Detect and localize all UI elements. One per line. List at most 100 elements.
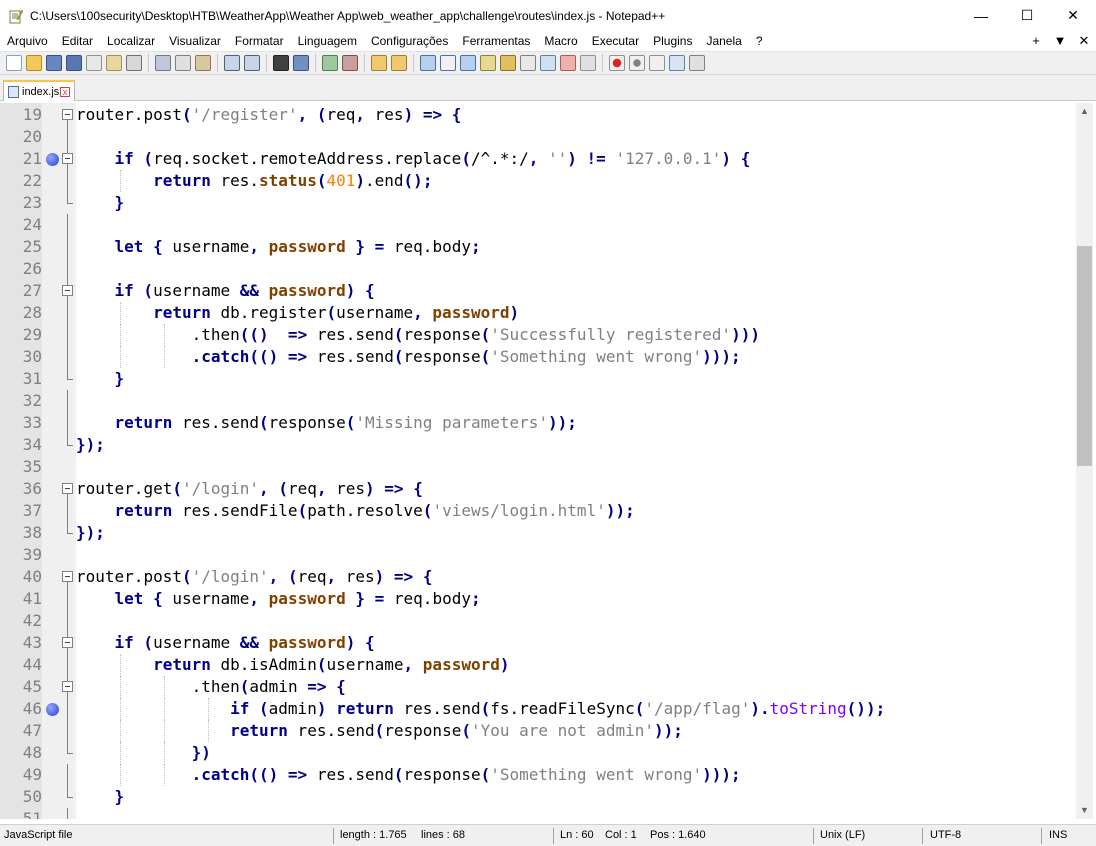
fold-toggle-icon[interactable]: [62, 285, 73, 296]
bookmark-icon[interactable]: [46, 703, 59, 716]
code-line[interactable]: 35: [0, 456, 1076, 478]
menu-linguagem[interactable]: Linguagem: [291, 31, 364, 51]
code-text[interactable]: if (admin) return res.send(fs.readFileSy…: [76, 698, 885, 720]
code-text[interactable]: return db.isAdmin(username, password): [76, 654, 509, 676]
code-text[interactable]: }: [76, 192, 125, 214]
fold-toggle-icon[interactable]: [62, 483, 73, 494]
code-text[interactable]: router.get('/login', (req, res) => {: [76, 478, 423, 500]
code-line[interactable]: 25 let { username, password } = req.body…: [0, 236, 1076, 258]
menu-executar[interactable]: Executar: [585, 31, 646, 51]
vertical-scrollbar[interactable]: ▲ ▼: [1076, 103, 1093, 819]
code-text[interactable]: });: [76, 522, 105, 544]
code-line[interactable]: 37 return res.sendFile(path.resolve('vie…: [0, 500, 1076, 522]
code-text[interactable]: router.post('/register', (req, res) => {: [76, 104, 461, 126]
code-line[interactable]: 47 return res.send(response('You are not…: [0, 720, 1076, 742]
code-text[interactable]: .then(() => res.send(response('Successfu…: [76, 324, 760, 346]
play-macro-icon[interactable]: [649, 55, 665, 71]
open-file-icon[interactable]: [26, 55, 42, 71]
code-text[interactable]: .catch(() => res.send(response('Somethin…: [76, 764, 741, 786]
code-text[interactable]: let { username, password } = req.body;: [76, 236, 481, 258]
save-macro-icon[interactable]: [689, 55, 705, 71]
code-line[interactable]: 39: [0, 544, 1076, 566]
code-text[interactable]: if (username && password) {: [76, 632, 375, 654]
code-line[interactable]: 51: [0, 808, 1076, 819]
close-all-icon[interactable]: [106, 55, 122, 71]
monitoring-icon[interactable]: [580, 55, 596, 71]
menu-arquivo[interactable]: Arquivo: [0, 31, 55, 51]
code-text[interactable]: return res.status(401).end();: [76, 170, 432, 192]
close-document-icon[interactable]: ✕: [1072, 33, 1096, 49]
menu-localizar[interactable]: Localizar: [100, 31, 162, 51]
menu-plugins[interactable]: Plugins: [646, 31, 699, 51]
tab-list-icon[interactable]: ▼: [1048, 33, 1072, 49]
code-line[interactable]: 23 }: [0, 192, 1076, 214]
code-line[interactable]: 19 router.post('/register', (req, res) =>…: [0, 104, 1076, 126]
menu-formatar[interactable]: Formatar: [228, 31, 291, 51]
stop-macro-icon[interactable]: [629, 55, 645, 71]
code-line[interactable]: 45 .then(admin => {: [0, 676, 1076, 698]
code-text[interactable]: }: [76, 786, 125, 808]
fold-toggle-icon[interactable]: [62, 637, 73, 648]
code-line[interactable]: 42: [0, 610, 1076, 632]
menu-janela[interactable]: Janela: [699, 31, 748, 51]
cut-icon[interactable]: [155, 55, 171, 71]
show-all-chars-icon[interactable]: [440, 55, 456, 71]
code-line[interactable]: 30 .catch(() => res.send(response('Somet…: [0, 346, 1076, 368]
code-line[interactable]: 40 router.post('/login', (req, res) => {: [0, 566, 1076, 588]
code-text[interactable]: if (username && password) {: [76, 280, 375, 302]
sync-vertical-icon[interactable]: [371, 55, 387, 71]
code-text[interactable]: .catch(() => res.send(response('Somethin…: [76, 346, 741, 368]
find-icon[interactable]: [273, 55, 289, 71]
zoom-in-icon[interactable]: [322, 55, 338, 71]
record-macro-icon[interactable]: [609, 55, 625, 71]
code-line[interactable]: 34});: [0, 434, 1076, 456]
code-line[interactable]: 43 if (username && password) {: [0, 632, 1076, 654]
fold-toggle-icon[interactable]: [62, 153, 73, 164]
tab-index-js[interactable]: index.js x: [3, 80, 75, 101]
code-text[interactable]: let { username, password } = req.body;: [76, 588, 481, 610]
fold-toggle-icon[interactable]: [62, 681, 73, 692]
redo-icon[interactable]: [244, 55, 260, 71]
code-line[interactable]: 27 if (username && password) {: [0, 280, 1076, 302]
tab-close-icon[interactable]: x: [60, 86, 70, 97]
code-text[interactable]: }): [76, 742, 211, 764]
copy-icon[interactable]: [175, 55, 191, 71]
code-text[interactable]: }: [76, 368, 125, 390]
code-line[interactable]: 24: [0, 214, 1076, 236]
code-text[interactable]: });: [76, 434, 105, 456]
code-text[interactable]: return res.sendFile(path.resolve('views/…: [76, 500, 635, 522]
menu-editar[interactable]: Editar: [55, 31, 100, 51]
minimize-button[interactable]: —: [958, 0, 1004, 31]
code-line[interactable]: 50 }: [0, 786, 1076, 808]
code-line[interactable]: 38});: [0, 522, 1076, 544]
code-line[interactable]: 44 return db.isAdmin(username, password): [0, 654, 1076, 676]
code-line[interactable]: 33 return res.send(response('Missing par…: [0, 412, 1076, 434]
new-file-icon[interactable]: [6, 55, 22, 71]
bookmark-icon[interactable]: [46, 153, 59, 166]
code-text[interactable]: return db.register(username, password): [76, 302, 519, 324]
code-line[interactable]: 41 let { username, password } = req.body…: [0, 588, 1076, 610]
print-icon[interactable]: [126, 55, 142, 71]
code-editor[interactable]: 19 router.post('/register', (req, res) =>…: [0, 103, 1076, 819]
code-line[interactable]: 26: [0, 258, 1076, 280]
menu-help[interactable]: ?: [749, 31, 770, 51]
save-all-icon[interactable]: [66, 55, 82, 71]
code-line[interactable]: 32: [0, 390, 1076, 412]
close-button[interactable]: ✕: [1050, 0, 1096, 31]
run-macro-multiple-icon[interactable]: [669, 55, 685, 71]
undo-icon[interactable]: [224, 55, 240, 71]
sync-horizontal-icon[interactable]: [391, 55, 407, 71]
code-text[interactable]: .then(admin => {: [76, 676, 346, 698]
scroll-thumb[interactable]: [1077, 246, 1092, 466]
fold-toggle-icon[interactable]: [62, 109, 73, 120]
code-line[interactable]: 46 if (admin) return res.send(fs.readFil…: [0, 698, 1076, 720]
word-wrap-icon[interactable]: [420, 55, 436, 71]
code-line[interactable]: 48 }): [0, 742, 1076, 764]
maximize-button[interactable]: ☐: [1004, 0, 1050, 31]
code-text[interactable]: return res.send(response('Missing parame…: [76, 412, 577, 434]
code-line[interactable]: 36 router.get('/login', (req, res) => {: [0, 478, 1076, 500]
indent-guide-icon[interactable]: [460, 55, 476, 71]
doc-map-icon[interactable]: [500, 55, 516, 71]
code-line[interactable]: 31 }: [0, 368, 1076, 390]
zoom-out-icon[interactable]: [342, 55, 358, 71]
